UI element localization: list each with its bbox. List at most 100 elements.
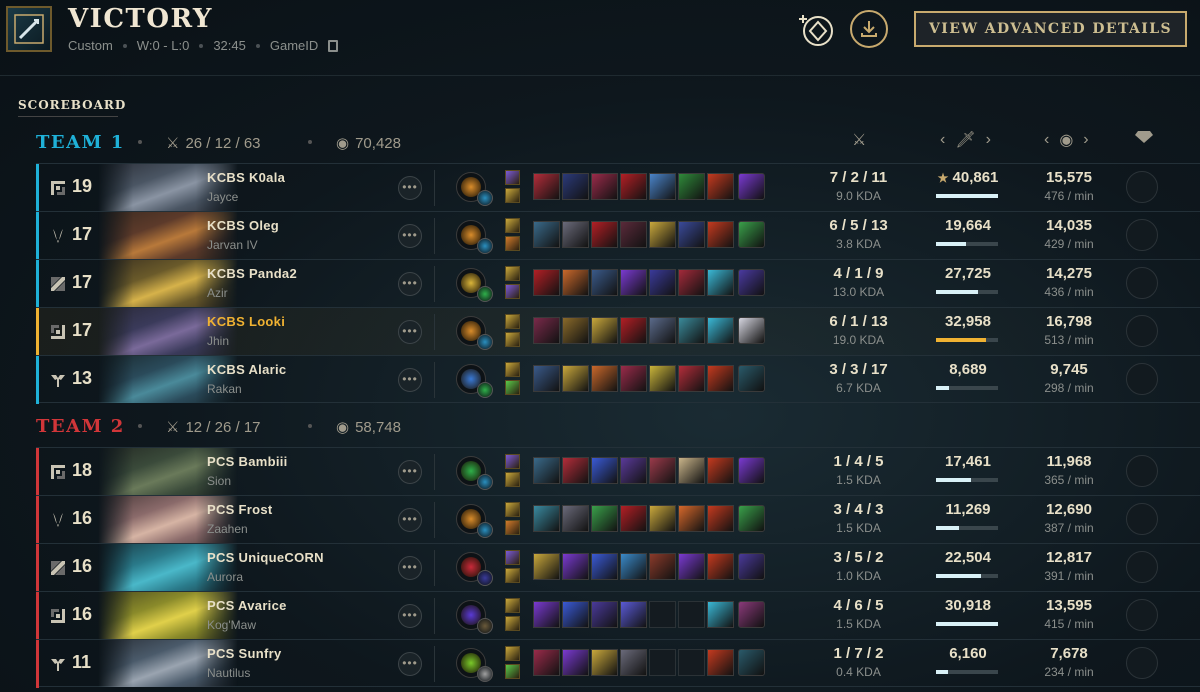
item-slot[interactable] [562, 365, 589, 392]
more-options-button[interactable]: ••• [398, 508, 422, 532]
honor-badge-slot[interactable] [1126, 267, 1158, 299]
more-options-button[interactable]: ••• [398, 604, 422, 628]
summoner-spell-icon[interactable] [505, 472, 520, 487]
item-slot[interactable] [620, 457, 647, 484]
player-row[interactable]: 17 KCBS Panda2 Azir ••• 4 / 1 / 9 13.0 K… [36, 259, 1200, 308]
item-slot[interactable] [678, 553, 705, 580]
summoner-spell-icon[interactable] [505, 520, 520, 535]
item-slot[interactable] [591, 601, 618, 628]
item-slot[interactable] [620, 317, 647, 344]
item-slot[interactable] [591, 505, 618, 532]
item-slot[interactable] [649, 317, 676, 344]
item-slot[interactable] [591, 365, 618, 392]
summoner-spell-icon[interactable] [505, 664, 520, 679]
player-name[interactable]: PCS Frost [207, 502, 273, 517]
item-slot[interactable] [649, 173, 676, 200]
next-arrow-icon[interactable]: › [986, 131, 991, 149]
keystone-rune-icon[interactable] [456, 268, 493, 302]
item-slot[interactable] [620, 553, 647, 580]
item-slot[interactable] [649, 553, 676, 580]
summoner-spell-icon[interactable] [505, 218, 520, 233]
item-slot[interactable] [620, 601, 647, 628]
item-slot[interactable] [707, 553, 734, 580]
player-row[interactable]: 11 PCS Sunfry Nautilus ••• 1 / 7 / 2 0.4… [36, 639, 1200, 688]
summoner-spell-icon[interactable] [505, 454, 520, 469]
summoner-spell-icon[interactable] [505, 314, 520, 329]
item-slot[interactable] [707, 601, 734, 628]
item-slot[interactable] [678, 173, 705, 200]
item-slot[interactable] [591, 269, 618, 296]
honor-badge-slot[interactable] [1126, 599, 1158, 631]
honor-badge-slot[interactable] [1126, 455, 1158, 487]
view-advanced-details-button[interactable]: VIEW ADVANCED DETAILS [914, 11, 1187, 47]
item-slot[interactable] [678, 269, 705, 296]
player-name[interactable]: PCS Sunfry [207, 646, 282, 661]
trinket-slot[interactable] [738, 649, 765, 676]
trinket-slot[interactable] [738, 601, 765, 628]
item-slot[interactable] [707, 457, 734, 484]
more-options-button[interactable]: ••• [398, 556, 422, 580]
item-slot[interactable] [591, 553, 618, 580]
player-row[interactable]: 16 PCS UniqueCORN Aurora ••• 3 / 5 / 2 1… [36, 543, 1200, 592]
trinket-slot[interactable] [738, 317, 765, 344]
item-slot[interactable] [591, 317, 618, 344]
summoner-spell-icon[interactable] [505, 502, 520, 517]
item-slot[interactable] [707, 649, 734, 676]
item-slot[interactable] [620, 173, 647, 200]
trinket-slot[interactable] [738, 221, 765, 248]
summoner-spell-icon[interactable] [505, 380, 520, 395]
summoner-spell-icon[interactable] [505, 550, 520, 565]
item-slot[interactable] [562, 601, 589, 628]
item-slot[interactable] [649, 505, 676, 532]
player-name[interactable]: KCBS Panda2 [207, 266, 297, 281]
keystone-rune-icon[interactable] [456, 456, 493, 490]
scoreboard-tab[interactable]: SCOREBOARD [18, 98, 126, 112]
summoner-spell-icon[interactable] [505, 236, 520, 251]
honor-badge-slot[interactable] [1126, 647, 1158, 679]
player-row[interactable]: 17 KCBS Oleg Jarvan IV ••• 6 / 5 / 13 3.… [36, 211, 1200, 260]
summoner-spell-icon[interactable] [505, 598, 520, 613]
item-slot[interactable] [707, 505, 734, 532]
item-slot[interactable] [678, 457, 705, 484]
honor-badge-slot[interactable] [1126, 315, 1158, 347]
summoner-spell-icon[interactable] [505, 266, 520, 281]
trinket-slot[interactable] [738, 505, 765, 532]
summoner-spell-icon[interactable] [505, 170, 520, 185]
item-slot[interactable] [620, 221, 647, 248]
item-slot[interactable] [678, 505, 705, 532]
item-slot[interactable] [533, 365, 560, 392]
trinket-slot[interactable] [738, 173, 765, 200]
item-slot[interactable] [649, 269, 676, 296]
player-row[interactable]: 17 KCBS Looki Jhin ••• 6 / 1 / 13 19.0 K… [36, 307, 1200, 356]
download-replay-button[interactable] [850, 10, 888, 48]
summoner-spell-icon[interactable] [505, 362, 520, 377]
item-slot[interactable] [562, 553, 589, 580]
player-row[interactable]: 16 PCS Avarice Kog'Maw ••• 4 / 6 / 5 1.5… [36, 591, 1200, 640]
keystone-rune-icon[interactable] [456, 220, 493, 254]
item-slot[interactable] [707, 173, 734, 200]
more-options-button[interactable]: ••• [398, 272, 422, 296]
prev-arrow-icon[interactable]: ‹ [1044, 131, 1049, 149]
item-slot[interactable] [649, 221, 676, 248]
more-options-button[interactable]: ••• [398, 320, 422, 344]
item-slot[interactable] [562, 221, 589, 248]
item-slot[interactable] [533, 505, 560, 532]
trinket-slot[interactable] [738, 553, 765, 580]
player-row[interactable]: 16 PCS Frost Zaahen ••• 3 / 4 / 3 1.5 KD… [36, 495, 1200, 544]
player-name[interactable]: KCBS Oleg [207, 218, 279, 233]
honor-badge-slot[interactable] [1126, 219, 1158, 251]
keystone-rune-icon[interactable] [456, 552, 493, 586]
item-slot[interactable] [562, 649, 589, 676]
item-slot[interactable] [533, 457, 560, 484]
player-row[interactable]: 18 PCS Bambiii Sion ••• 1 / 4 / 5 1.5 KD… [36, 447, 1200, 496]
item-slot[interactable] [533, 269, 560, 296]
item-slot[interactable] [591, 649, 618, 676]
more-options-button[interactable]: ••• [398, 224, 422, 248]
item-slot[interactable] [591, 457, 618, 484]
item-slot[interactable] [562, 173, 589, 200]
item-slot[interactable] [678, 221, 705, 248]
summoner-spell-icon[interactable] [505, 616, 520, 631]
player-name[interactable]: KCBS K0ala [207, 170, 285, 185]
damage-column-selector[interactable]: ‹ 🗡 › [940, 130, 991, 150]
item-slot[interactable] [591, 173, 618, 200]
